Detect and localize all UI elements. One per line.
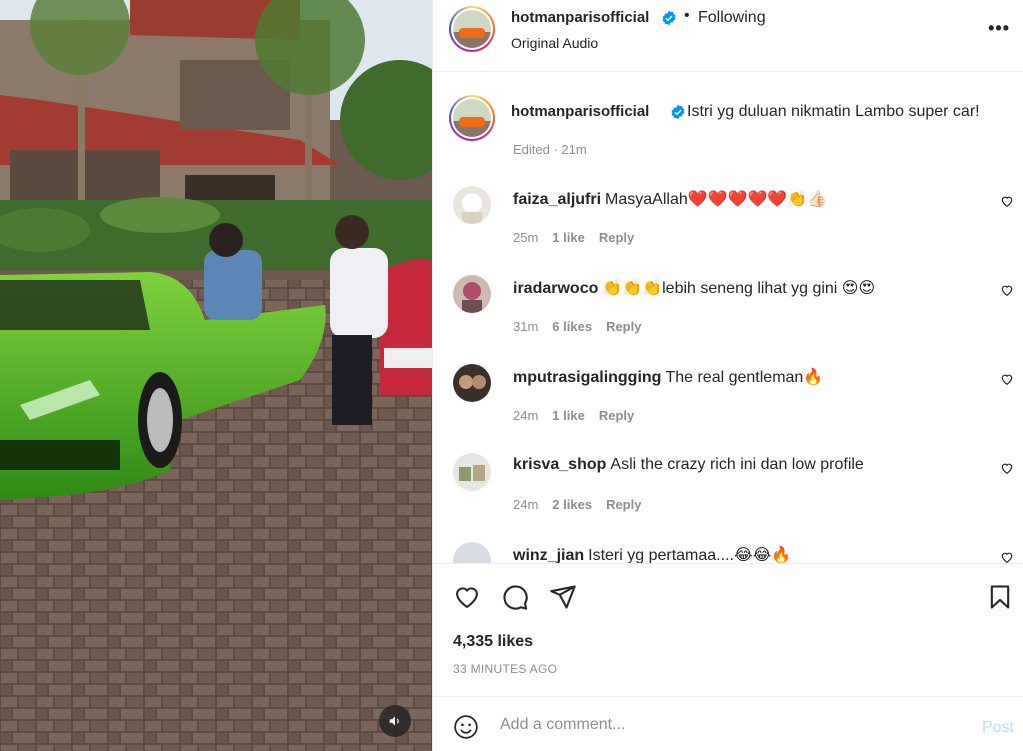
comment-text: Isteri yg pertamaa....😂😂🔥 — [588, 547, 792, 563]
comment-likes[interactable]: 6 likes — [552, 319, 592, 334]
caption-meta: Edited · 21m — [513, 142, 587, 157]
comment-like-heart-icon[interactable] — [1000, 283, 1014, 297]
comments-list[interactable]: hotmanparisofficial Istri yg duluan nikm… — [433, 73, 1023, 563]
comment-likes[interactable]: 2 likes — [552, 497, 592, 512]
share-icon[interactable] — [549, 583, 577, 611]
comment-like-heart-icon[interactable] — [1000, 194, 1014, 208]
comment-meta: 25m 1 like Reply — [513, 230, 648, 245]
comment-item: faiza_aljufri MasyaAllah❤️❤️❤️❤️❤️👏👍🏻 25m… — [433, 186, 1023, 275]
comment-input[interactable] — [500, 711, 940, 739]
comment-username[interactable]: iradarwoco — [513, 280, 598, 297]
commenter-avatar-image — [453, 453, 491, 491]
comment-meta: 24m 1 like Reply — [513, 408, 648, 423]
comment-like-heart-icon[interactable] — [1000, 550, 1014, 563]
comment-time: 24m — [513, 497, 539, 512]
commenter-avatar-image — [453, 275, 491, 313]
comment-username[interactable]: faiza_aljufri — [513, 191, 601, 208]
post-header: hotmanparisofficial • Following Original… — [433, 0, 1023, 72]
reply-button[interactable]: Reply — [599, 408, 634, 423]
comment-time: 25m — [513, 230, 539, 245]
commenter-avatar[interactable] — [453, 364, 491, 402]
commenter-avatar-image — [453, 186, 491, 224]
comment-item: mputrasigalingging The real gentleman🔥 24… — [433, 364, 1023, 453]
comment-line: iradarwoco 👏👏👏lebih seneng lihat yg gini … — [513, 278, 875, 298]
caption-avatar-image — [453, 99, 491, 137]
comment-line: mputrasigalingging The real gentleman🔥 — [513, 367, 823, 387]
commenter-avatar[interactable] — [453, 542, 491, 563]
comment-composer: Post — [433, 696, 1023, 751]
comment-username[interactable]: krisva_shop — [513, 456, 606, 473]
caption-avatar[interactable] — [449, 95, 495, 141]
comment-item: iradarwoco 👏👏👏lebih seneng lihat yg gini … — [433, 275, 1023, 364]
comment-likes[interactable]: 1 like — [552, 230, 585, 245]
commenter-avatar[interactable] — [453, 453, 491, 491]
comment-icon[interactable] — [501, 583, 529, 611]
post-video-frame — [0, 0, 432, 751]
comment-meta: 24m 2 likes Reply — [513, 497, 655, 512]
post-side-panel: hotmanparisofficial • Following Original… — [432, 0, 1023, 751]
post-timestamp: 33 MINUTES AGO — [453, 662, 558, 676]
more-options-icon[interactable]: ••• — [988, 18, 1010, 39]
reply-button[interactable]: Reply — [606, 319, 641, 334]
comment-text: Asli the crazy rich ini dan low profile — [610, 456, 864, 473]
likes-count[interactable]: 4,335 likes — [453, 633, 533, 651]
emoji-icon[interactable] — [453, 714, 479, 740]
post-actions: 4,335 likes 33 MINUTES AGO — [433, 563, 1023, 696]
commenter-avatar[interactable] — [453, 275, 491, 313]
author-avatar[interactable] — [449, 6, 495, 52]
comment-username[interactable]: winz_jian — [513, 547, 584, 563]
verified-badge-icon — [671, 104, 685, 120]
comment-time: 24m — [513, 408, 539, 423]
commenter-avatar-image — [453, 542, 491, 563]
author-username[interactable]: hotmanparisofficial — [511, 9, 649, 26]
post-media[interactable] — [0, 0, 432, 751]
comment-username[interactable]: mputrasigalingging — [513, 369, 661, 386]
bookmark-icon[interactable] — [986, 583, 1014, 611]
caption-text: Istri yg duluan nikmatin Lambo super car… — [687, 103, 980, 120]
audio-label[interactable]: Original Audio — [511, 35, 598, 51]
comment-line: krisva_shop Asli the crazy rich ini dan l… — [513, 456, 864, 474]
reply-button[interactable]: Reply — [606, 497, 641, 512]
author-avatar-image — [453, 10, 491, 48]
comment-line: faiza_aljufri MasyaAllah❤️❤️❤️❤️❤️👏👍🏻 — [513, 189, 827, 209]
comment-text: The real gentleman🔥 — [665, 369, 824, 386]
comment-meta: 31m 6 likes Reply — [513, 319, 655, 334]
post-comment-button[interactable]: Post — [982, 719, 1014, 737]
comment-likes[interactable]: 1 like — [552, 408, 585, 423]
comment-line: winz_jian Isteri yg pertamaa....😂😂🔥 — [513, 545, 791, 563]
comment-item: krisva_shop Asli the crazy rich ini dan l… — [433, 453, 1023, 542]
comment-text: MasyaAllah❤️❤️❤️❤️❤️👏👍🏻 — [605, 191, 828, 208]
comment-like-heart-icon[interactable] — [1000, 461, 1014, 475]
speaker-icon — [389, 716, 399, 726]
commenter-avatar-image — [453, 364, 491, 402]
comment-text: 👏👏👏lebih seneng lihat yg gini 😍😍 — [602, 280, 876, 297]
mute-toggle-button[interactable] — [379, 705, 411, 737]
caption-username[interactable]: hotmanparisofficial — [511, 103, 649, 120]
commenter-avatar[interactable] — [453, 186, 491, 224]
header-separator: • — [684, 7, 690, 24]
comment-like-heart-icon[interactable] — [1000, 372, 1014, 386]
comment-item: winz_jian Isteri yg pertamaa....😂😂🔥 — [433, 542, 1023, 563]
comment-time: 31m — [513, 319, 539, 334]
heart-icon[interactable] — [453, 583, 481, 611]
reply-button[interactable]: Reply — [599, 230, 634, 245]
verified-badge-icon — [662, 10, 676, 26]
following-button[interactable]: Following — [698, 9, 766, 27]
